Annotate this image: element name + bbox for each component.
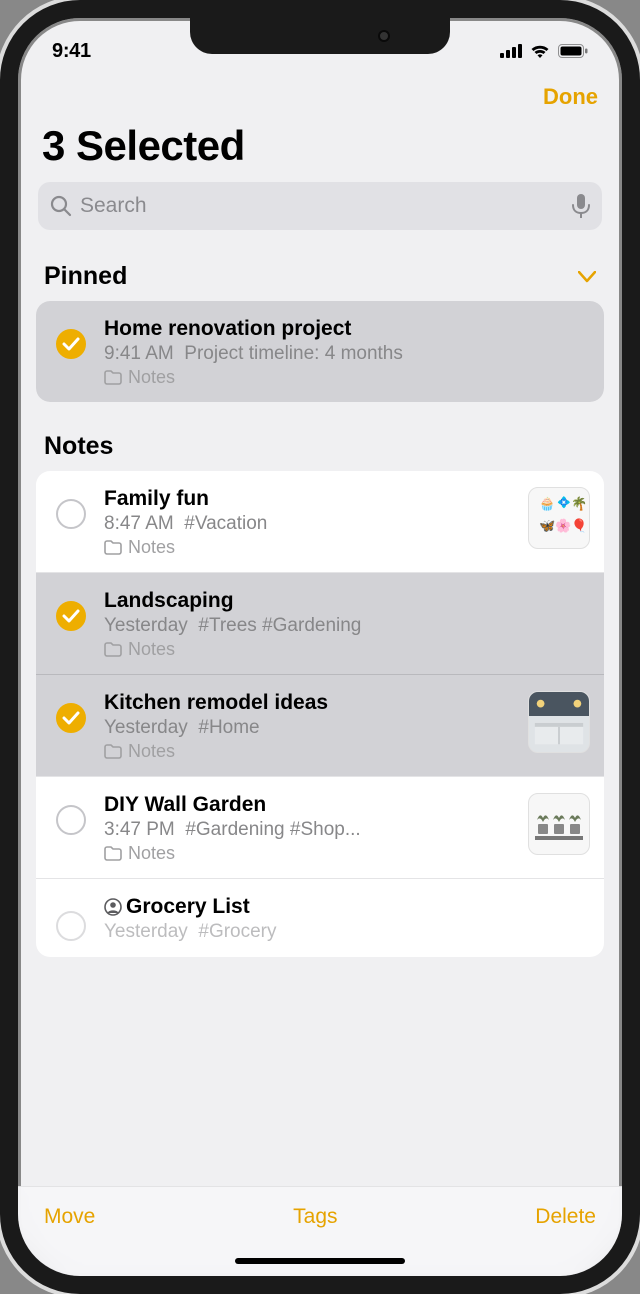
- search-bar[interactable]: [38, 182, 602, 230]
- folder-icon: [104, 744, 122, 759]
- notch: [190, 18, 450, 54]
- home-indicator[interactable]: [235, 1258, 405, 1264]
- folder-icon: [104, 642, 122, 657]
- note-folder: Notes: [104, 843, 514, 864]
- chevron-down-icon: [578, 271, 596, 283]
- note-folder: Notes: [104, 537, 514, 558]
- note-row[interactable]: Kitchen remodel ideas Yesterday #Home No…: [36, 674, 604, 777]
- svg-text:🎈: 🎈: [571, 517, 587, 533]
- done-button[interactable]: Done: [543, 84, 598, 110]
- status-time: 9:41: [52, 40, 91, 63]
- note-title: Kitchen remodel ideas: [104, 691, 514, 715]
- note-row[interactable]: Home renovation project 9:41 AM Project …: [36, 301, 604, 402]
- note-folder: Notes: [104, 639, 590, 660]
- folder-icon: [104, 540, 122, 555]
- note-title: Home renovation project: [104, 317, 590, 341]
- checkbox[interactable]: [56, 703, 86, 733]
- cellular-icon: [500, 44, 522, 58]
- note-preview: 3:47 PM #Gardening #Shop...: [104, 819, 514, 841]
- search-input[interactable]: [80, 194, 564, 218]
- svg-text:🧁: 🧁: [539, 496, 555, 511]
- note-preview: 8:47 AM #Vacation: [104, 513, 514, 535]
- note-row[interactable]: Landscaping Yesterday #Trees #Gardening …: [36, 573, 604, 675]
- folder-icon: [104, 846, 122, 861]
- nav-bar: Done: [18, 72, 622, 118]
- note-title: DIY Wall Garden: [104, 793, 514, 817]
- svg-text:🌸: 🌸: [555, 518, 571, 533]
- checkbox[interactable]: [56, 499, 86, 529]
- svg-text:🌴: 🌴: [571, 496, 587, 511]
- section-title-pinned: Pinned: [44, 262, 127, 291]
- note-preview: Yesterday #Grocery: [104, 921, 590, 943]
- svg-text:🦋: 🦋: [539, 518, 555, 533]
- pinned-list: Home renovation project 9:41 AM Project …: [36, 301, 604, 402]
- battery-icon: [558, 44, 588, 58]
- status-icons: [500, 43, 588, 59]
- iphone-frame: 9:41 Done 3 Selected Pinned: [0, 0, 640, 1294]
- checkbox[interactable]: [56, 329, 86, 359]
- checkbox[interactable]: [56, 805, 86, 835]
- note-row[interactable]: Grocery List Yesterday #Grocery: [36, 879, 604, 957]
- tags-button[interactable]: Tags: [293, 1205, 337, 1229]
- note-row[interactable]: DIY Wall Garden 3:47 PM #Gardening #Shop…: [36, 777, 604, 879]
- move-button[interactable]: Move: [44, 1205, 95, 1229]
- note-thumbnail: [528, 691, 590, 753]
- section-title-notes: Notes: [44, 432, 113, 461]
- note-title: Grocery List: [104, 895, 590, 919]
- notes-list: Family fun 8:47 AM #Vacation Notes 🧁💠🌴 🦋…: [36, 471, 604, 957]
- note-folder: Notes: [104, 367, 590, 388]
- note-preview: 9:41 AM Project timeline: 4 months: [104, 343, 590, 365]
- note-title: Family fun: [104, 487, 514, 511]
- note-folder: Notes: [104, 741, 514, 762]
- section-header-pinned[interactable]: Pinned: [18, 250, 622, 301]
- note-title: Landscaping: [104, 589, 590, 613]
- note-preview: Yesterday #Trees #Gardening: [104, 615, 590, 637]
- delete-button[interactable]: Delete: [535, 1205, 596, 1229]
- checkbox[interactable]: [56, 911, 86, 941]
- folder-icon: [104, 370, 122, 385]
- mic-icon[interactable]: [572, 194, 590, 218]
- section-header-notes[interactable]: Notes: [18, 402, 622, 471]
- search-icon: [50, 195, 72, 217]
- note-preview: Yesterday #Home: [104, 717, 514, 739]
- wifi-icon: [529, 43, 551, 59]
- page-title: 3 Selected: [18, 118, 622, 182]
- note-thumbnail: 🧁💠🌴 🦋🌸🎈: [528, 487, 590, 549]
- checkbox[interactable]: [56, 601, 86, 631]
- svg-text:💠: 💠: [557, 496, 571, 509]
- note-thumbnail: [528, 793, 590, 855]
- shared-icon: [104, 898, 122, 916]
- note-row[interactable]: Family fun 8:47 AM #Vacation Notes 🧁💠🌴 🦋…: [36, 471, 604, 573]
